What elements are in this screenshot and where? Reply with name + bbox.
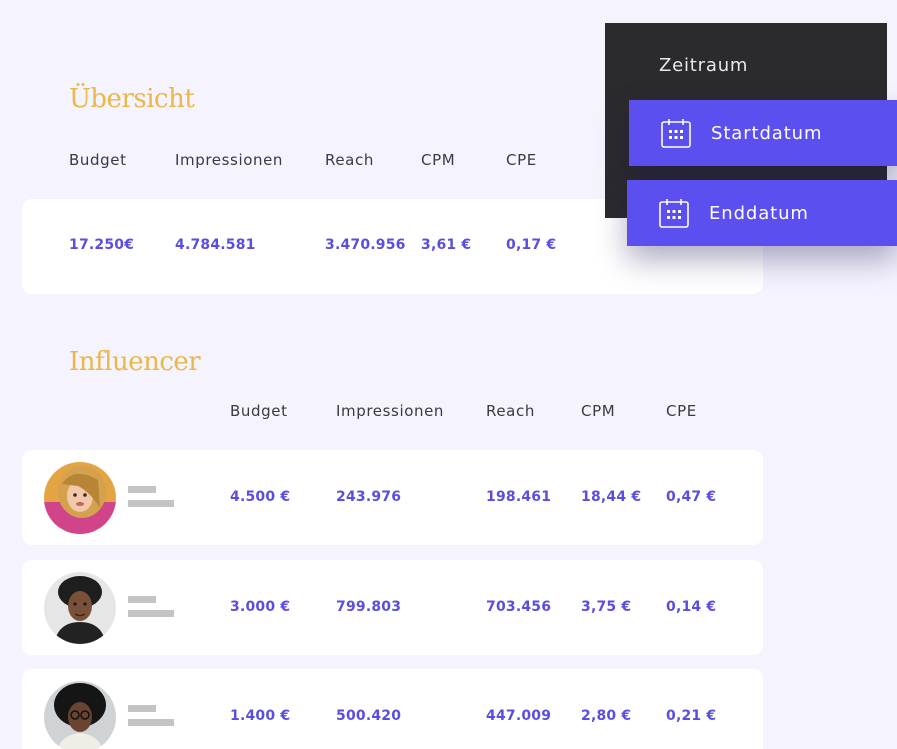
influencer-row[interactable]: 3.000 € 799.803 703.456 3,75 € 0,14 € xyxy=(22,560,763,655)
row-cpe: 0,47 € xyxy=(666,489,717,505)
date-range-title: Zeitraum xyxy=(659,55,749,76)
overview-header-reach: Reach xyxy=(325,151,374,169)
row-budget: 3.000 € xyxy=(230,599,291,615)
influencer-header-cpm: CPM xyxy=(581,402,616,420)
row-reach: 198.461 xyxy=(486,489,552,505)
row-cpm: 3,75 € xyxy=(581,599,632,615)
overview-cpe-value: 0,17 € xyxy=(506,237,557,253)
row-impressions: 799.803 xyxy=(336,599,402,615)
overview-header-impressions: Impressionen xyxy=(175,151,284,169)
row-cpe: 0,14 € xyxy=(666,599,717,615)
overview-reach-value: 3.470.956 xyxy=(325,237,406,253)
row-cpm: 18,44 € xyxy=(581,489,642,505)
overview-impressions-value: 4.784.581 xyxy=(175,237,256,253)
overview-header-budget: Budget xyxy=(69,151,127,169)
calendar-icon xyxy=(660,117,692,149)
row-reach: 703.456 xyxy=(486,599,552,615)
row-cpe: 0,21 € xyxy=(666,708,717,724)
start-date-label: Startdatum xyxy=(711,122,823,144)
overview-header-cpe: CPE xyxy=(506,151,537,169)
influencer-header-budget: Budget xyxy=(230,402,288,420)
influencer-header-impressions: Impressionen xyxy=(336,402,445,420)
overview-title: Übersicht xyxy=(69,84,195,114)
avatar xyxy=(44,462,116,534)
influencer-row[interactable]: 4.500 € 243.976 198.461 18,44 € 0,47 € xyxy=(22,450,763,545)
row-reach: 447.009 xyxy=(486,708,552,724)
end-date-button[interactable]: Enddatum xyxy=(627,180,897,246)
row-cpm: 2,80 € xyxy=(581,708,632,724)
influencer-header-cpe: CPE xyxy=(666,402,697,420)
row-impressions: 500.420 xyxy=(336,708,402,724)
row-budget: 4.500 € xyxy=(230,489,291,505)
end-date-label: Enddatum xyxy=(709,202,809,224)
overview-budget-value: 17.250€ xyxy=(69,237,135,253)
name-placeholder xyxy=(128,705,174,726)
avatar xyxy=(44,572,116,644)
row-budget: 1.400 € xyxy=(230,708,291,724)
influencer-title: Influencer xyxy=(69,347,201,377)
name-placeholder xyxy=(128,596,174,617)
avatar xyxy=(44,681,116,749)
overview-cpm-value: 3,61 € xyxy=(421,237,472,253)
name-placeholder xyxy=(128,486,174,507)
row-impressions: 243.976 xyxy=(336,489,402,505)
calendar-icon xyxy=(658,197,690,229)
overview-header-cpm: CPM xyxy=(421,151,456,169)
start-date-button[interactable]: Startdatum xyxy=(629,100,897,166)
influencer-header-reach: Reach xyxy=(486,402,535,420)
influencer-row[interactable]: 1.400 € 500.420 447.009 2,80 € 0,21 € xyxy=(22,669,763,749)
